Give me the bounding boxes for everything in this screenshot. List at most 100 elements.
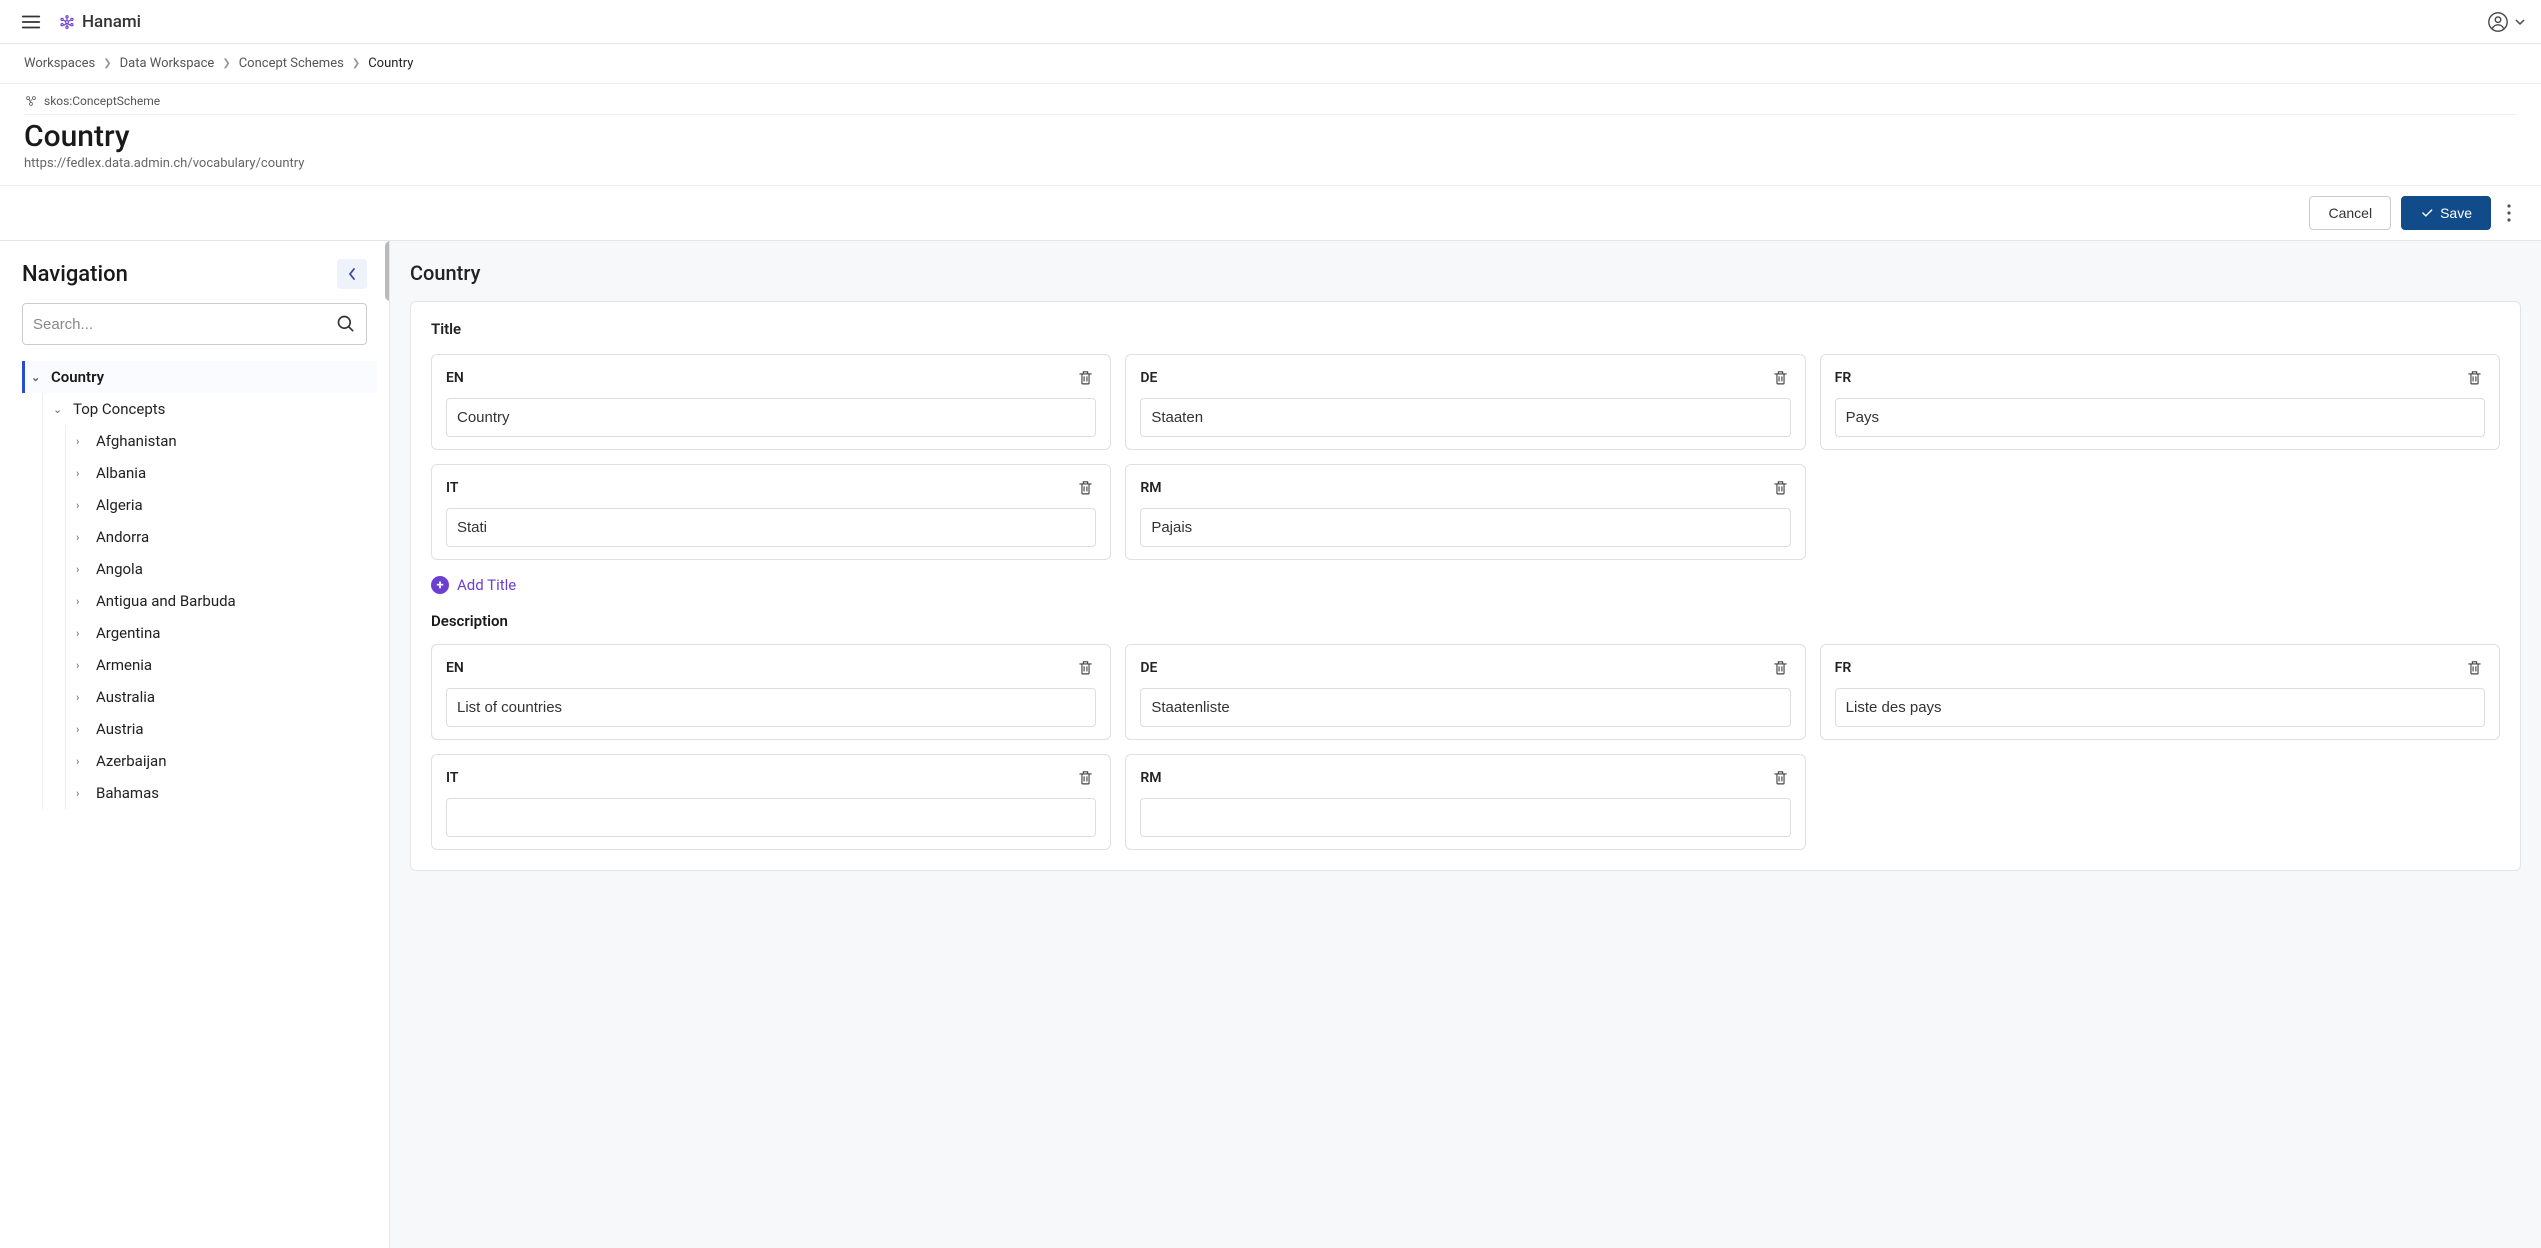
tree-item[interactable]: ›Azerbaijan [68,745,377,777]
tree-item-label: Antigua and Barbuda [96,592,236,610]
breadcrumb-data-workspace[interactable]: Data Workspace [120,56,215,71]
breadcrumb-workspaces[interactable]: Workspaces [24,56,95,71]
description-input-en[interactable] [446,688,1096,727]
user-icon [2487,11,2509,33]
collapse-sidebar-button[interactable] [337,259,367,289]
title-input-it[interactable] [446,508,1096,547]
tree-root-country[interactable]: ⌄ Country [22,361,377,393]
sidebar-scrollbar[interactable] [383,241,390,1248]
lang-code: IT [446,770,458,786]
breadcrumb-concept-schemes[interactable]: Concept Schemes [239,56,344,71]
description-input-fr[interactable] [1835,688,2485,727]
title-input-rm[interactable] [1140,508,1790,547]
save-button[interactable]: Save [2401,196,2491,230]
user-menu[interactable] [2487,11,2525,33]
search-input-wrapper[interactable] [22,303,367,345]
delete-title-en-button[interactable] [1075,367,1096,388]
tree-top-concepts-label: Top Concepts [73,400,165,418]
tree-item-label: Afghanistan [96,432,177,450]
delete-description-it-button[interactable] [1075,767,1096,788]
hamburger-menu-button[interactable] [16,7,46,37]
tree-item[interactable]: › Argentina [68,617,377,649]
tree-item-label: Australia [96,688,155,706]
description-input-rm[interactable] [1140,798,1790,837]
lang-code: FR [1835,660,1852,676]
tree-item[interactable]: › Albania [68,457,377,489]
tree-item[interactable]: ›Austria [68,713,377,745]
breadcrumb: Workspaces ❯ Data Workspace ❯ Concept Sc… [0,44,2541,84]
delete-title-de-button[interactable] [1770,367,1791,388]
breadcrumb-current: Country [368,56,413,71]
trash-icon [1077,479,1094,496]
scheme-type-icon [24,94,38,108]
lang-code: IT [446,480,458,496]
trash-icon [1077,659,1094,676]
tree-item[interactable]: › Bahamas [68,777,377,809]
description-lang-card-it: IT [431,754,1111,850]
delete-description-de-button[interactable] [1770,657,1791,678]
search-icon [336,314,356,334]
trash-icon [1772,479,1789,496]
trash-icon [1772,659,1789,676]
chevron-down-icon: ⌄ [31,371,45,384]
tree-item[interactable]: ›Afghanistan [68,425,377,457]
description-lang-card-en: EN [431,644,1111,740]
title-lang-card-en: EN [431,354,1111,450]
delete-title-it-button[interactable] [1075,477,1096,498]
tree-item-label: Argentina [96,624,160,642]
tree-item-label: Armenia [96,656,152,674]
title-card: Title ENDEFRITRM + Add Title Description… [410,301,2521,871]
add-title-button[interactable]: + Add Title [431,576,516,594]
delete-title-fr-button[interactable] [2464,367,2485,388]
save-label: Save [2440,205,2472,221]
lang-code: RM [1140,770,1161,786]
delete-title-rm-button[interactable] [1770,477,1791,498]
tree-item-label: Bahamas [96,784,159,802]
tree-item[interactable]: ›Antigua and Barbuda [68,585,377,617]
tree-item[interactable]: ›Algeria [68,489,377,521]
tree-item-label: Andorra [96,528,149,546]
trash-icon [1077,369,1094,386]
lang-code: EN [446,660,464,676]
chevron-right-icon: › [76,531,90,544]
search-input[interactable] [33,316,336,333]
app-logo[interactable]: Hanami [58,12,141,32]
tree-item-label: Austria [96,720,144,738]
tree-item[interactable]: › Andorra [68,521,377,553]
cancel-button[interactable]: Cancel [2309,196,2391,230]
check-icon [2420,206,2434,220]
chevron-right-icon: › [76,691,90,704]
delete-description-en-button[interactable] [1075,657,1096,678]
kebab-icon [2507,204,2511,222]
tree-item-label: Albania [96,464,146,482]
tree-item[interactable]: ›Armenia [68,649,377,681]
description-input-it[interactable] [446,798,1096,837]
tree-top-concepts[interactable]: ⌄ Top Concepts [45,393,377,425]
chevron-right-icon: ❯ [103,58,111,69]
trash-icon [2466,369,2483,386]
caret-down-icon [2515,17,2525,27]
lang-code: FR [1835,370,1852,386]
lang-code: RM [1140,480,1161,496]
chevron-right-icon: › [76,467,90,480]
chevron-right-icon: › [76,499,90,512]
chevron-right-icon: › [76,787,90,800]
chevron-right-icon: › [76,627,90,640]
chevron-right-icon: ❯ [352,58,360,69]
title-lang-card-fr: FR [1820,354,2500,450]
description-input-de[interactable] [1140,688,1790,727]
delete-description-fr-button[interactable] [2464,657,2485,678]
tree-item[interactable]: ›Angola [68,553,377,585]
content-area: Country Title ENDEFRITRM + Add Title Des… [390,241,2541,1248]
delete-description-rm-button[interactable] [1770,767,1791,788]
more-actions-button[interactable] [2501,198,2517,228]
description-lang-card-rm: RM [1125,754,1805,850]
lang-code: EN [446,370,464,386]
tree-item[interactable]: › Australia [68,681,377,713]
tree-item-label: Azerbaijan [96,752,167,770]
chevron-right-icon: › [76,563,90,576]
title-input-en[interactable] [446,398,1096,437]
title-input-fr[interactable] [1835,398,2485,437]
title-input-de[interactable] [1140,398,1790,437]
chevron-right-icon: ❯ [222,58,230,69]
